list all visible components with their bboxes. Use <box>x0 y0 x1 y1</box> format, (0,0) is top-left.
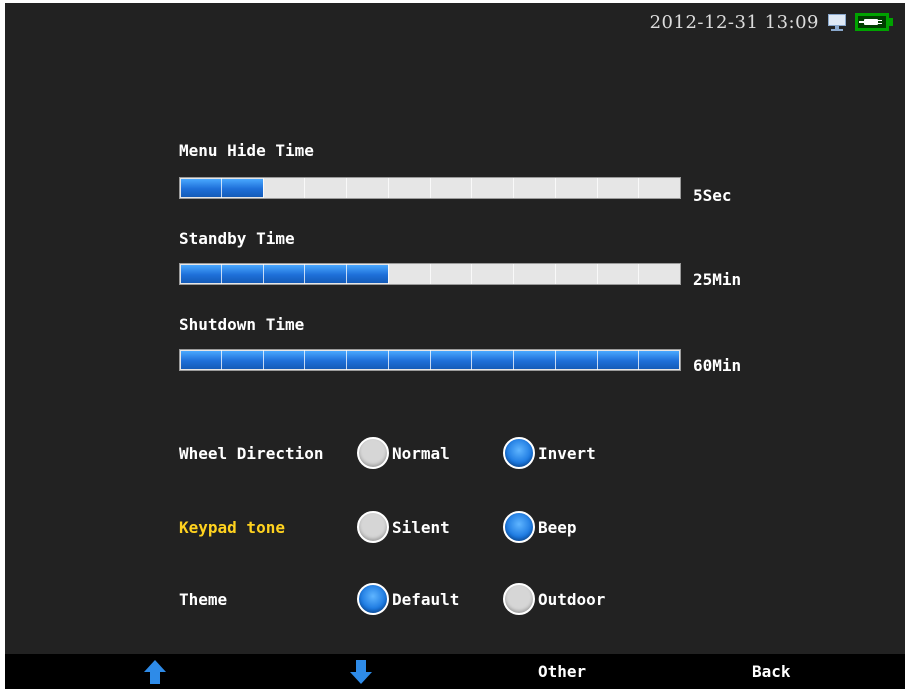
keypad-tone-silent-option[interactable]: Silent <box>357 511 450 543</box>
theme-label: Theme <box>179 590 228 609</box>
menu-hide-time-slider[interactable] <box>179 177 681 199</box>
keypad-tone-beep-radio[interactable] <box>503 511 535 543</box>
status-bar: 2012-12-31 13:09 <box>650 9 893 35</box>
theme-default-option[interactable]: Default <box>357 583 459 615</box>
menu-hide-time-label: Menu Hide Time <box>179 141 314 160</box>
theme-outdoor-radio[interactable] <box>503 583 535 615</box>
keypad-tone-beep-label: Beep <box>538 517 577 537</box>
other-button[interactable]: Other <box>538 662 586 681</box>
shutdown-time-value: 60Min <box>693 356 742 375</box>
keypad-tone-beep-option[interactable]: Beep <box>503 511 577 543</box>
device-screen: 2012-12-31 13:09 Menu Hide Time 5Sec Sta… <box>5 3 905 689</box>
standby-time-value: 25Min <box>693 270 742 289</box>
standby-time-slider[interactable] <box>179 263 681 285</box>
standby-time-label: Standby Time <box>179 229 295 248</box>
wheel-direction-normal-option[interactable]: Normal <box>357 437 450 469</box>
theme-default-label: Default <box>392 589 460 609</box>
battery-charging-icon <box>855 13 893 31</box>
theme-default-radio[interactable] <box>357 583 389 615</box>
menu-hide-time-value: 5Sec <box>693 186 732 205</box>
down-arrow-icon[interactable] <box>350 660 372 684</box>
datetime: 2012-12-31 13:09 <box>649 11 819 33</box>
wheel-direction-invert-label: Invert <box>538 443 596 463</box>
theme-outdoor-label: Outdoor <box>538 589 606 609</box>
wheel-direction-normal-label: Normal <box>392 443 450 463</box>
keypad-tone-silent-label: Silent <box>392 517 450 537</box>
back-button[interactable]: Back <box>752 662 791 681</box>
softkey-bar: Other Back <box>5 654 905 689</box>
up-arrow-icon[interactable] <box>144 660 166 684</box>
monitor-icon <box>827 13 847 31</box>
keypad-tone-label: Keypad tone <box>179 518 285 537</box>
wheel-direction-invert-option[interactable]: Invert <box>503 437 596 469</box>
shutdown-time-slider[interactable] <box>179 349 681 371</box>
wheel-direction-invert-radio[interactable] <box>503 437 535 469</box>
theme-outdoor-option[interactable]: Outdoor <box>503 583 605 615</box>
keypad-tone-silent-radio[interactable] <box>357 511 389 543</box>
wheel-direction-label: Wheel Direction <box>179 444 324 463</box>
shutdown-time-label: Shutdown Time <box>179 315 305 334</box>
wheel-direction-normal-radio[interactable] <box>357 437 389 469</box>
